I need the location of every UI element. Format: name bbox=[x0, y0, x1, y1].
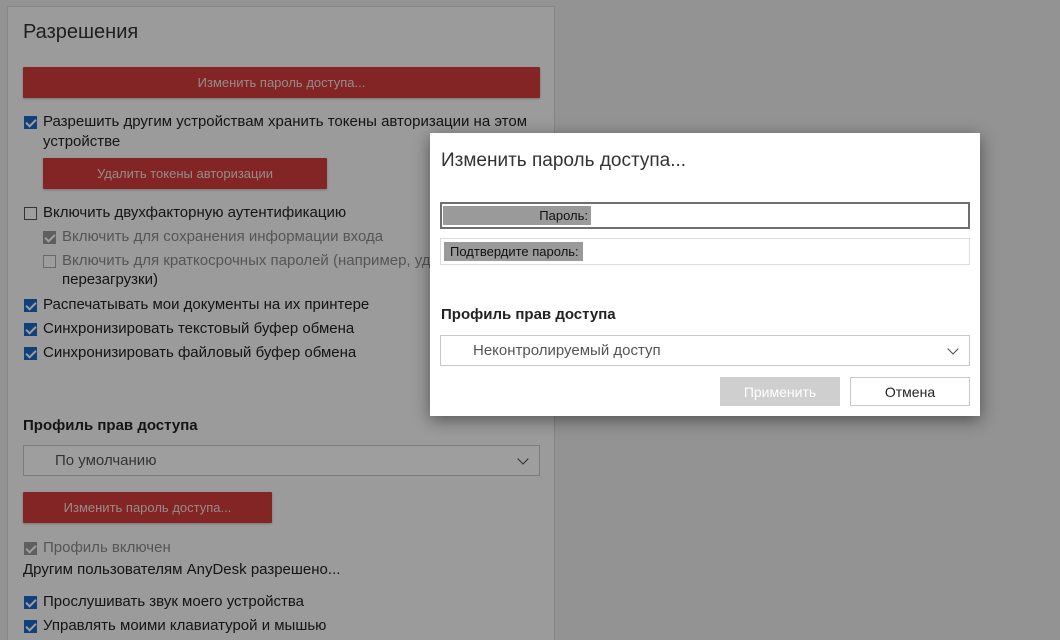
password-label: Пароль: bbox=[443, 206, 591, 225]
apply-button[interactable]: Применить bbox=[720, 377, 840, 406]
dialog-profile-select[interactable]: Неконтролируемый доступ bbox=[440, 335, 970, 366]
dialog-profile-section-label: Профиль прав доступа bbox=[441, 306, 616, 323]
dialog-title: Изменить пароль доступа... bbox=[441, 150, 687, 171]
chevron-down-icon bbox=[947, 343, 959, 355]
confirm-password-field[interactable]: Подтвердите пароль: bbox=[440, 238, 970, 265]
confirm-password-label: Подтвердите пароль: bbox=[444, 242, 583, 261]
password-field[interactable]: Пароль: bbox=[440, 202, 970, 229]
change-password-dialog: Изменить пароль доступа... Пароль: Подтв… bbox=[430, 133, 980, 416]
cancel-button[interactable]: Отмена bbox=[850, 377, 970, 406]
dialog-profile-select-value: Неконтролируемый доступ bbox=[473, 342, 661, 359]
